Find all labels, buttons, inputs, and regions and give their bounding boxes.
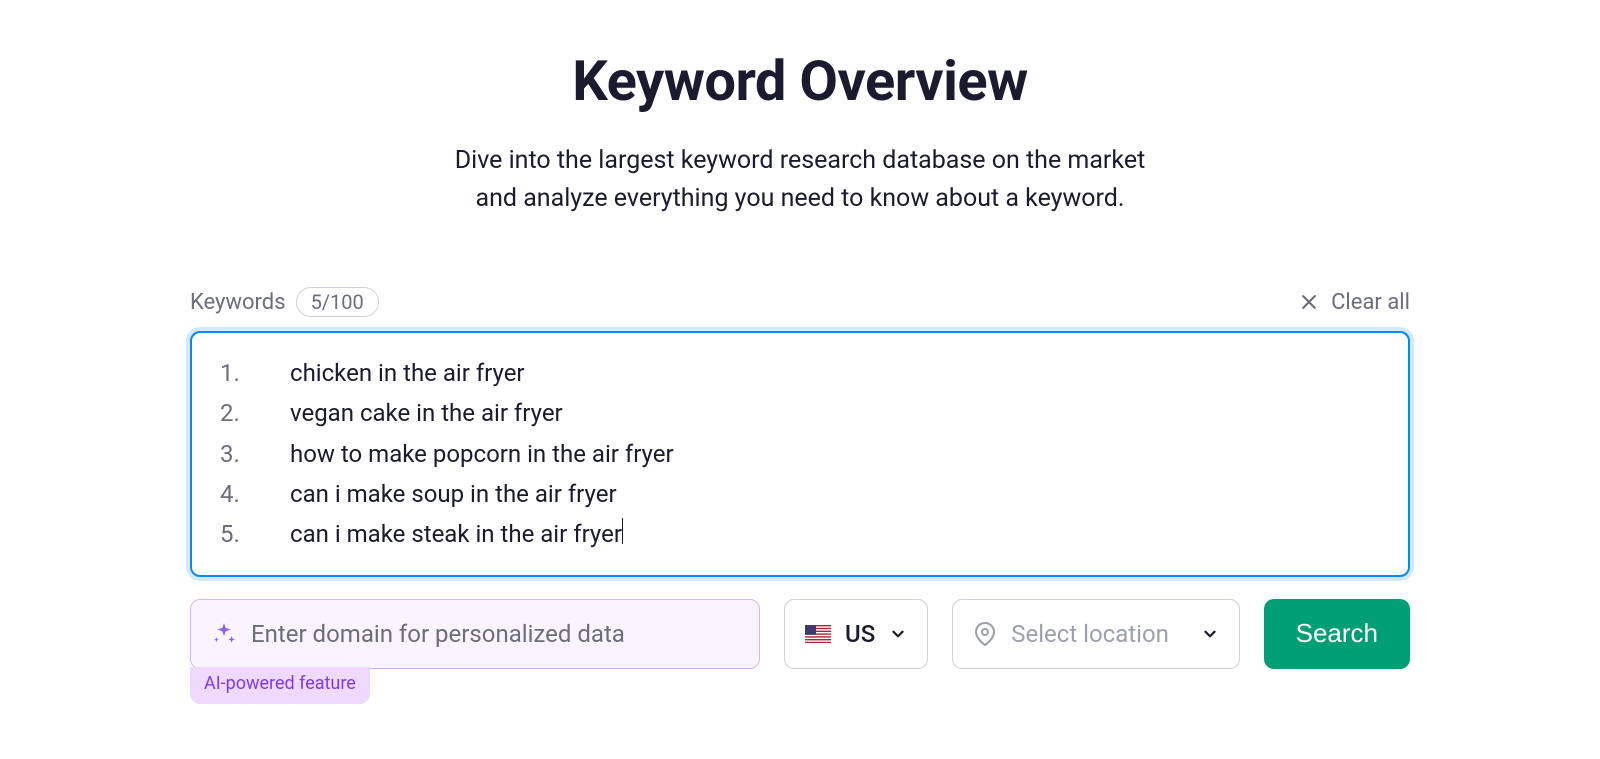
country-code-label: US (845, 620, 875, 648)
keyword-text: can i make soup in the air fryer (290, 474, 617, 514)
us-flag-icon (805, 625, 831, 643)
keyword-number: 2. (220, 393, 290, 433)
controls-row: Enter domain for personalized data AI-po… (190, 599, 1410, 704)
keyword-row: 4. can i make soup in the air fryer (220, 474, 1380, 514)
domain-input[interactable]: Enter domain for personalized data (190, 599, 760, 669)
clear-all-label: Clear all (1331, 290, 1410, 315)
location-placeholder: Select location (1011, 620, 1186, 648)
domain-placeholder: Enter domain for personalized data (251, 620, 625, 648)
page-title: Keyword Overview (190, 48, 1410, 114)
location-select[interactable]: Select location (952, 599, 1239, 669)
keyword-text: chicken in the air fryer (290, 353, 525, 393)
keywords-textarea[interactable]: 1. chicken in the air fryer 2. vegan cak… (190, 331, 1410, 577)
keyword-row: 1. chicken in the air fryer (220, 353, 1380, 393)
keywords-label: Keywords (190, 290, 286, 315)
text-cursor (622, 518, 624, 544)
chevron-down-icon (1201, 625, 1219, 643)
page-subtitle: Dive into the largest keyword research d… (190, 142, 1410, 217)
keyword-number: 3. (220, 434, 290, 474)
keyword-row: 5. can i make steak in the air fryer (220, 514, 1380, 554)
domain-input-wrapper: Enter domain for personalized data AI-po… (190, 599, 760, 704)
keyword-number: 5. (220, 514, 290, 554)
sparkle-icon (211, 621, 237, 647)
keywords-count-badge: 5/100 (296, 287, 379, 317)
subtitle-line-2: and analyze everything you need to know … (476, 184, 1125, 213)
keyword-text: can i make steak in the air fryer (290, 514, 622, 554)
keyword-row: 2. vegan cake in the air fryer (220, 393, 1380, 433)
subtitle-line-1: Dive into the largest keyword research d… (455, 146, 1146, 175)
close-icon (1299, 292, 1319, 312)
keyword-text: how to make popcorn in the air fryer (290, 434, 674, 474)
pin-icon (973, 622, 997, 646)
chevron-down-icon (889, 625, 907, 643)
keyword-row: 3. how to make popcorn in the air fryer (220, 434, 1380, 474)
country-select[interactable]: US (784, 599, 928, 669)
keyword-number: 1. (220, 353, 290, 393)
keyword-number: 4. (220, 474, 290, 514)
clear-all-button[interactable]: Clear all (1299, 290, 1410, 315)
search-button[interactable]: Search (1264, 599, 1410, 669)
keywords-label-group: Keywords 5/100 (190, 287, 379, 317)
keyword-text: vegan cake in the air fryer (290, 393, 563, 433)
keywords-header: Keywords 5/100 Clear all (190, 287, 1410, 317)
ai-powered-badge: AI-powered feature (190, 667, 370, 704)
